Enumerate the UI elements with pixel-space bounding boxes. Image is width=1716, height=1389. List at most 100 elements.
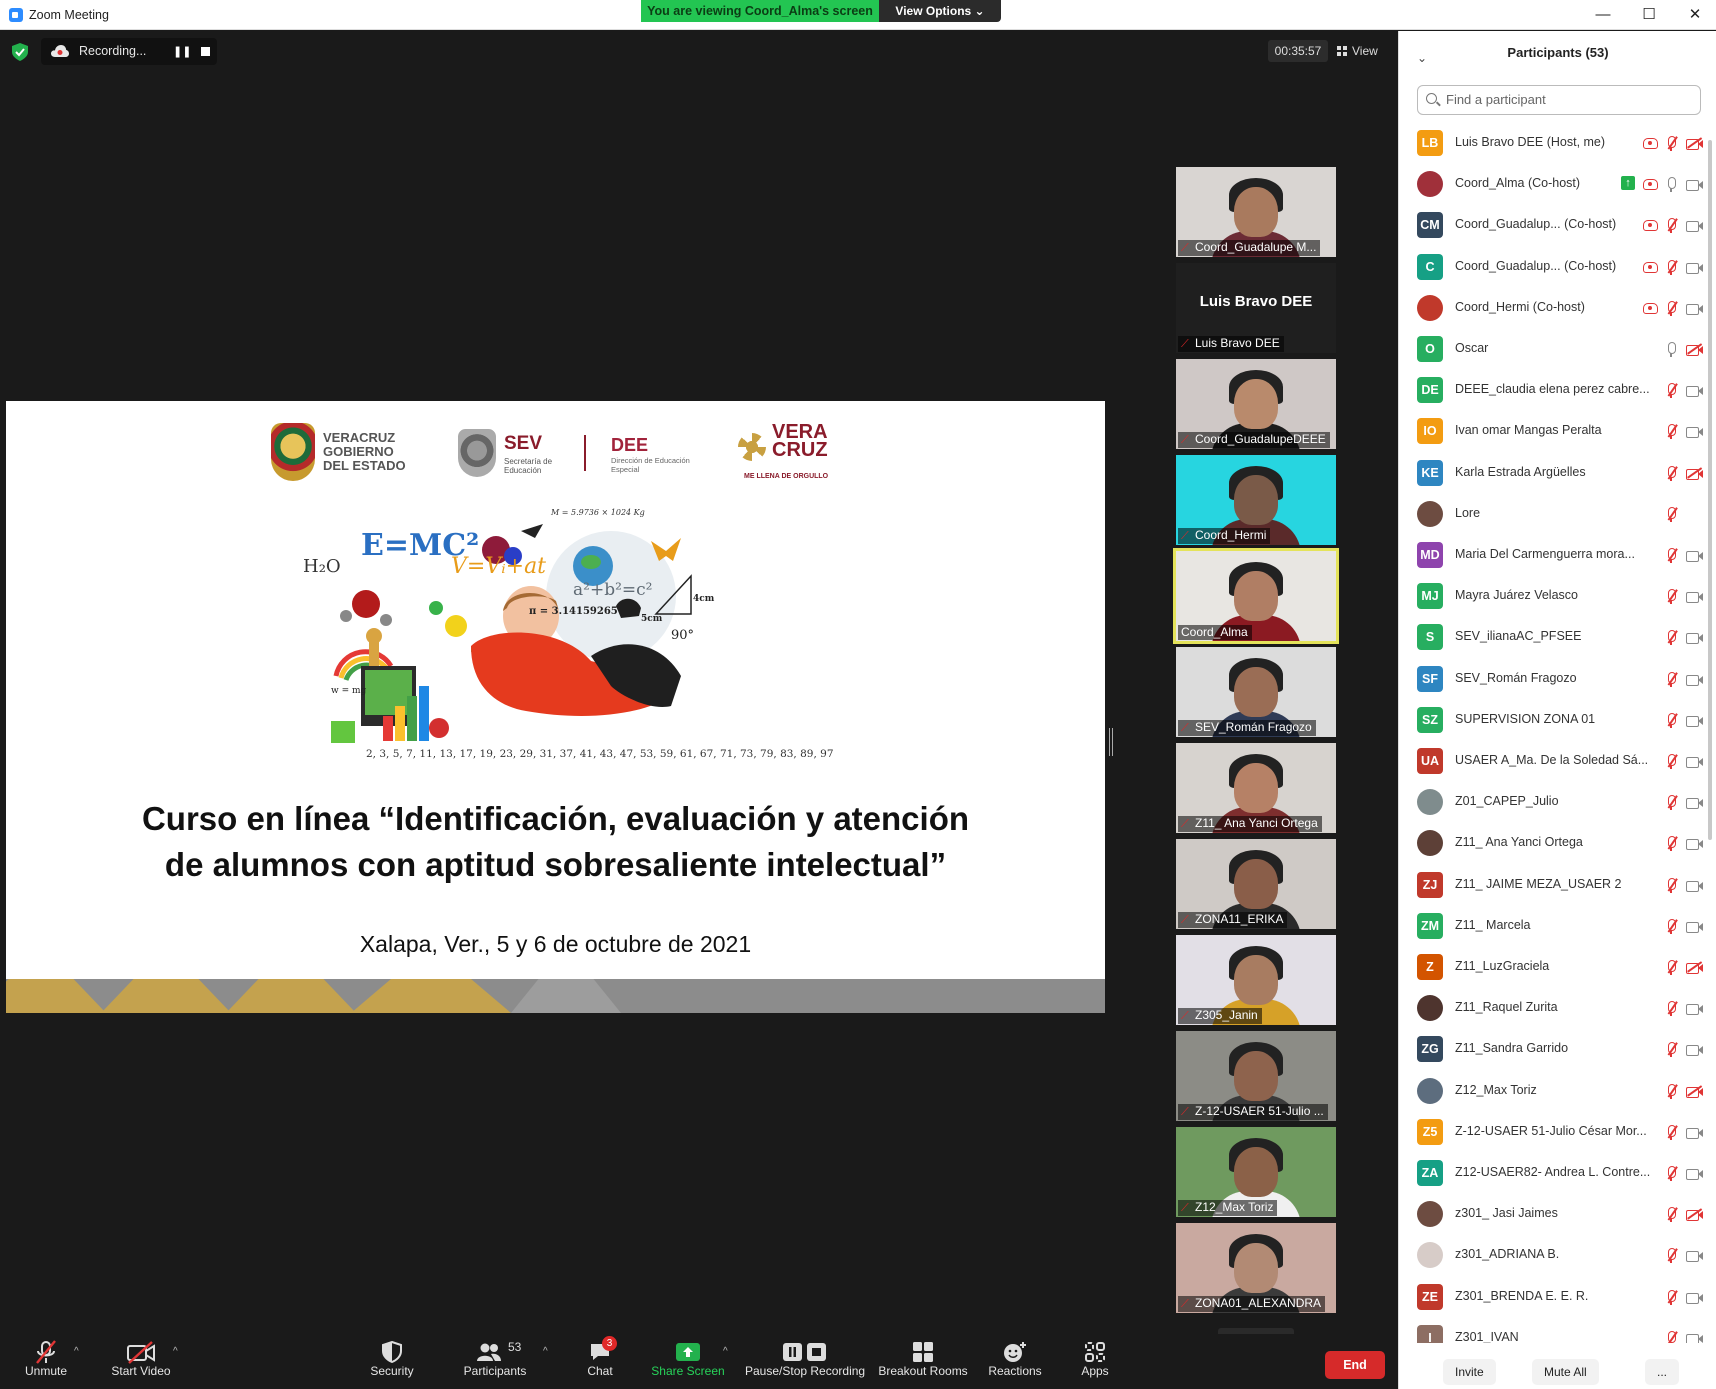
video-tile[interactable]: ⟋ ZONA11_ERIKA (1176, 839, 1336, 929)
microphone-muted-icon (1663, 217, 1681, 234)
participant-row[interactable]: Lore (1399, 494, 1716, 535)
microphone-muted-icon (1663, 259, 1681, 275)
participant-row[interactable]: ZA Z12-USAER82- Andrea L. Contre... (1399, 1153, 1716, 1194)
participant-row[interactable]: UA USAER A_Ma. De la Soledad Sá... (1399, 741, 1716, 782)
video-tile-name: ⟋ ZONA01_ALEXANDRA (1178, 1296, 1326, 1312)
participant-avatar (1417, 1201, 1443, 1228)
mute-all-button[interactable]: Mute All (1532, 1359, 1599, 1385)
participant-row[interactable]: Coord_Hermi (Co-host) (1399, 288, 1716, 329)
participant-row[interactable]: C Coord_Guadalup... (Co-host) (1399, 247, 1716, 288)
logo-sev-text: SEV (504, 433, 543, 454)
close-window-button[interactable]: ✕ (1680, 4, 1710, 26)
participant-status-icons (1603, 465, 1703, 481)
view-button[interactable]: View (1337, 40, 1387, 62)
invite-button[interactable]: Invite (1443, 1359, 1496, 1385)
microphone-icon (1663, 176, 1681, 193)
participant-row[interactable]: ZG Z11_Sandra Garrido (1399, 1029, 1716, 1070)
end-meeting-button[interactable]: End (1325, 1351, 1385, 1379)
participant-row[interactable]: KE Karla Estrada Argüelles (1399, 453, 1716, 494)
breakout-rooms-button[interactable]: Breakout Rooms (878, 1334, 968, 1389)
participant-video-face (1234, 186, 1278, 237)
window-title: Zoom Meeting (29, 8, 109, 22)
participant-row[interactable]: I Z301_IVAN (1399, 1318, 1716, 1343)
find-participant-input[interactable]: Find a participant (1417, 85, 1701, 115)
participant-row[interactable]: IO Ivan omar Mangas Peralta (1399, 411, 1716, 452)
participant-row[interactable]: ZE Z301_BRENDA E. E. R. (1399, 1277, 1716, 1318)
participants-count: 53 (508, 1340, 522, 1354)
participant-row[interactable]: Coord_Alma (Co-host) (1399, 164, 1716, 205)
pause-stop-recording-button[interactable]: Pause/Stop Recording (745, 1334, 865, 1389)
view-options-button[interactable]: View Options ⌄ (879, 0, 1001, 22)
participant-row[interactable]: Z01_CAPEP_Julio (1399, 782, 1716, 823)
maximize-button[interactable]: ☐ (1634, 4, 1664, 26)
participant-row[interactable]: SF SEV_Román Fragozo (1399, 659, 1716, 700)
video-tile[interactable]: ⟋ Z-12-USAER 51-Julio ... (1176, 1031, 1336, 1121)
participant-row[interactable]: z301_ Jasi Jaimes (1399, 1194, 1716, 1235)
chat-button[interactable]: 3 Chat (580, 1334, 620, 1389)
participants-scrollbar[interactable] (1708, 140, 1712, 840)
illustration-h2o-text: H₂O (303, 556, 341, 577)
microphone-muted-icon (1663, 547, 1681, 563)
participant-row[interactable]: Z12_Max Toriz (1399, 1071, 1716, 1112)
video-options-caret-icon[interactable]: ^ (173, 1346, 178, 1357)
participant-avatar (1417, 500, 1443, 527)
participant-row[interactable]: O Oscar (1399, 329, 1716, 370)
participants-options-caret-icon[interactable]: ^ (543, 1346, 548, 1357)
encryption-shield-icon[interactable] (12, 43, 28, 61)
video-tile[interactable]: Coord_Alma (1173, 548, 1339, 644)
video-tile[interactable]: ⟋ Coord_Guadalupe M... (1176, 167, 1336, 257)
minimize-button[interactable]: — (1588, 4, 1618, 26)
video-tile[interactable]: ⟋ Coord_Hermi (1176, 455, 1336, 545)
participant-row[interactable]: Z11_Raquel Zurita (1399, 988, 1716, 1029)
share-screen-button[interactable]: Share Screen (651, 1334, 725, 1389)
audio-options-caret-icon[interactable]: ^ (74, 1346, 79, 1357)
participant-row[interactable]: MD Maria Del Carmenguerra mora... (1399, 535, 1716, 576)
participant-row[interactable]: MJ Mayra Juárez Velasco (1399, 576, 1716, 617)
video-tile[interactable]: Luis Bravo DEE ⟋ Luis Bravo DEE (1176, 263, 1336, 353)
security-button[interactable]: Security (364, 1334, 420, 1389)
participants-button[interactable]: 53 Participants (460, 1334, 530, 1389)
video-tile-name-text: SEV_Román Fragozo (1195, 720, 1312, 734)
participant-video-face (1234, 954, 1278, 1005)
chat-unread-badge: 3 (602, 1336, 617, 1351)
participant-row[interactable]: Z Z11_LuzGraciela (1399, 947, 1716, 988)
participant-row[interactable]: Z11_ Ana Yanci Ortega (1399, 823, 1716, 864)
unmute-button[interactable]: Unmute (18, 1334, 74, 1389)
video-tile[interactable]: ⟋ SEV_Román Fragozo (1176, 647, 1336, 737)
slide-title-line2: de alumnos con aptitud sobresaliente int… (164, 846, 947, 883)
video-tile[interactable]: ⟋ Coord_GuadalupeDEEE (1176, 359, 1336, 449)
more-options-button[interactable]: ... (1645, 1359, 1680, 1385)
participant-avatar: S (1417, 624, 1443, 651)
participant-row[interactable]: DE DEEE_claudia elena perez cabre... (1399, 370, 1716, 411)
participant-row[interactable]: ZM Z11_ Marcela (1399, 906, 1716, 947)
camera-icon (1685, 1330, 1703, 1343)
participant-row[interactable]: CM Coord_Guadalup... (Co-host) (1399, 205, 1716, 246)
illustration-4cm-text: 4cm (693, 594, 715, 604)
pause-recording-icon[interactable]: ❚❚ (173, 45, 191, 58)
video-tile[interactable]: ⟋ ZONA01_ALEXANDRA (1176, 1223, 1336, 1313)
video-tile[interactable]: ⟋ Z12_Max Toriz (1176, 1127, 1336, 1217)
participant-avatar (1417, 830, 1443, 857)
participant-row[interactable]: S SEV_ilianaAC_PFSEE (1399, 617, 1716, 658)
participant-row[interactable]: ZJ Z11_ JAIME MEZA_USAER 2 (1399, 865, 1716, 906)
microphone-muted-icon (1663, 671, 1681, 687)
stop-recording-icon[interactable] (201, 47, 210, 56)
footer-chevron (511, 979, 621, 1013)
participant-row[interactable]: Z5 Z-12-USAER 51-Julio César Mor... (1399, 1112, 1716, 1153)
pause-stop-icon (783, 1343, 826, 1361)
split-view-handle[interactable] (1109, 728, 1113, 756)
share-options-caret-icon[interactable]: ^ (723, 1346, 728, 1357)
participant-status-icons (1603, 959, 1703, 975)
participant-row[interactable]: SZ SUPERVISION ZONA 01 (1399, 700, 1716, 741)
video-tile[interactable]: ⟋ Z11_ Ana Yanci Ortega (1176, 743, 1336, 833)
muted-microphone-icon (36, 1340, 56, 1364)
reactions-button[interactable]: Reactions (985, 1334, 1045, 1389)
camera-icon (1685, 712, 1703, 728)
apps-button[interactable]: Apps (1075, 1334, 1115, 1389)
participant-row[interactable]: LB Luis Bravo DEE (Host, me) (1399, 123, 1716, 164)
video-tile[interactable]: ⟋ Z305_Janin (1176, 935, 1336, 1025)
illustration-pi-text: π = 3.14159265 (529, 606, 618, 617)
camera-icon (1685, 753, 1703, 769)
start-video-button[interactable]: Start Video (106, 1334, 176, 1389)
participant-row[interactable]: z301_ADRIANA B. (1399, 1235, 1716, 1276)
